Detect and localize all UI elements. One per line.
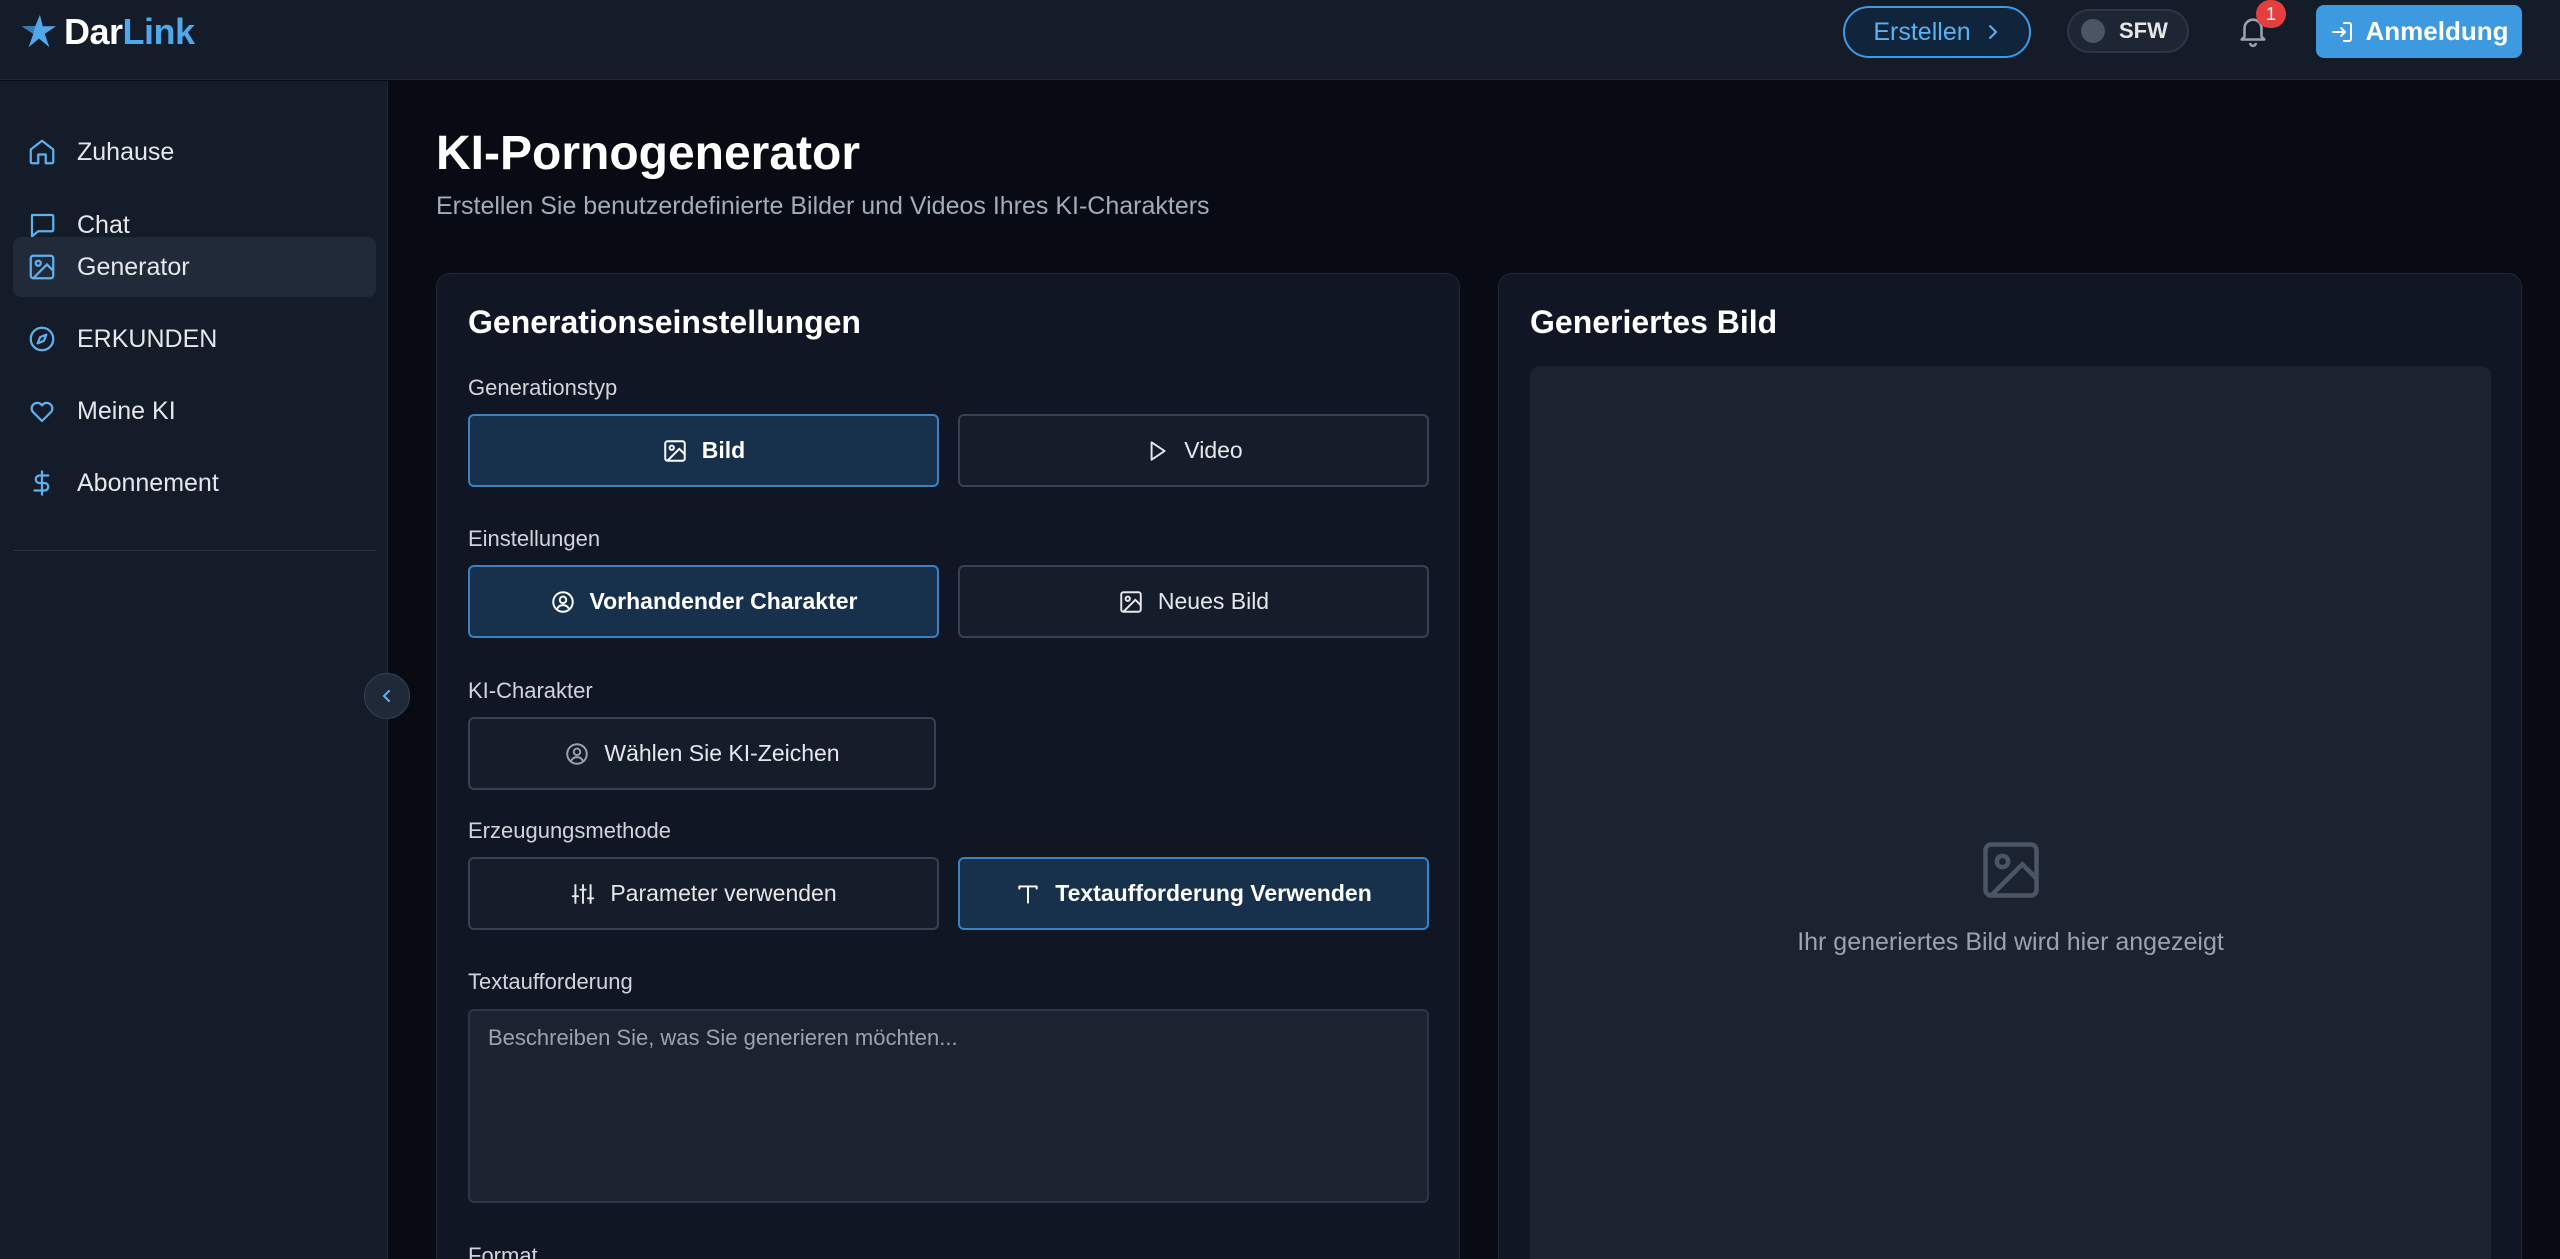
sidebar-item-label: Generator (77, 252, 190, 281)
existing-character-button[interactable]: Vorhandender Charakter (468, 565, 939, 638)
top-header: DarLink Erstellen SFW 1 Anmeldung (0, 0, 2560, 80)
image-icon (29, 254, 55, 280)
logo[interactable]: DarLink (20, 11, 195, 52)
settings-panel: Generationseinstellungen Generationstyp … (436, 273, 1460, 1259)
new-image-button[interactable]: Neues Bild (958, 565, 1429, 638)
logo-star-icon (21, 14, 57, 48)
chevron-left-icon (382, 690, 390, 702)
login-label: Anmeldung (2365, 16, 2509, 46)
use-text-prompt-button[interactable]: Textaufforderung Verwenden (958, 857, 1429, 930)
dollar-icon (33, 470, 50, 496)
result-title: Generiertes Bild (1530, 304, 1778, 340)
select-character-button[interactable]: Wählen Sie KI-Zeichen (468, 717, 936, 790)
option-label: Vorhandender Charakter (589, 588, 858, 614)
generation-type-label: Generationstyp (468, 375, 618, 400)
option-label: Video (1184, 437, 1243, 463)
create-button[interactable]: Erstellen (1843, 6, 2031, 58)
sidebar-item-explore[interactable]: ERKUNDEN (13, 309, 376, 369)
sidebar-item-label: Abonnement (77, 468, 219, 497)
collapse-sidebar-button[interactable] (364, 673, 410, 719)
option-label: Wählen Sie KI-Zeichen (604, 740, 840, 766)
use-parameters-button[interactable]: Parameter verwenden (468, 857, 939, 930)
method-label: Erzeugungsmethode (468, 818, 672, 843)
option-label: Neues Bild (1157, 588, 1270, 614)
login-button[interactable]: Anmeldung (2316, 5, 2522, 58)
prompt-textarea[interactable]: Beschreiben Sie, was Sie generieren möch… (468, 1009, 1429, 1203)
login-icon (2331, 21, 2352, 42)
option-label: Bild (701, 437, 746, 463)
chevron-right-icon (1988, 25, 1998, 39)
user-circle-icon (551, 590, 574, 613)
result-panel: Generiertes Bild Ihr generiertes Bild wi… (1498, 273, 2522, 1259)
toggle-knob (2081, 19, 2105, 43)
sidebar-divider (13, 550, 376, 551)
text-icon (1018, 884, 1038, 904)
create-label: Erstellen (1873, 17, 1971, 46)
settings-label: Einstellungen (468, 526, 601, 551)
sidebar-item-home[interactable]: Zuhause (13, 122, 376, 182)
sfw-toggle[interactable]: SFW (2067, 9, 2189, 53)
notification-badge: 1 (2256, 0, 2286, 28)
sidebar: Zuhause Chat Generator ERKUNDEN Meine KI (0, 81, 388, 1259)
logo-text: DarLink (64, 11, 195, 52)
prompt-label: Textaufforderung (468, 969, 633, 994)
ai-character-label: KI-Charakter (468, 678, 593, 703)
settings-title: Generationseinstellungen (468, 304, 861, 340)
type-image-button[interactable]: Bild (468, 414, 939, 487)
sidebar-item-generator[interactable]: Generator (13, 237, 376, 297)
home-icon (29, 139, 55, 165)
image-placeholder-icon (1983, 842, 2039, 898)
sidebar-item-label: Chat (77, 210, 130, 239)
heart-icon (30, 401, 54, 423)
sfw-label: SFW (2119, 18, 2168, 43)
prompt-placeholder: Beschreiben Sie, was Sie generieren möch… (488, 1025, 958, 1050)
sliders-icon (572, 883, 595, 904)
chat-icon (30, 213, 55, 238)
sidebar-item-label: Zuhause (77, 137, 175, 166)
sidebar-item-subscription[interactable]: Abonnement (13, 453, 376, 513)
image-icon (1120, 590, 1142, 613)
page-title: KI-Pornogenerator (436, 127, 861, 180)
option-label: Parameter verwenden (610, 880, 837, 906)
type-video-button[interactable]: Video (958, 414, 1429, 487)
format-label: Format (468, 1243, 538, 1259)
sidebar-item-label: Meine KI (77, 396, 176, 425)
play-icon (1150, 440, 1166, 461)
user-circle-icon (566, 742, 589, 765)
option-label: Textaufforderung Verwenden (1055, 880, 1372, 906)
compass-icon (29, 326, 55, 352)
image-icon (664, 439, 686, 462)
sidebar-item-label: ERKUNDEN (77, 324, 218, 353)
image-preview: Ihr generiertes Bild wird hier angezeigt (1530, 366, 2491, 1259)
page-subtitle: Erstellen Sie benutzerdefinierte Bilder … (436, 192, 1210, 220)
preview-placeholder-text: Ihr generiertes Bild wird hier angezeigt (1797, 928, 2224, 956)
sidebar-item-my-ai[interactable]: Meine KI (13, 381, 376, 441)
